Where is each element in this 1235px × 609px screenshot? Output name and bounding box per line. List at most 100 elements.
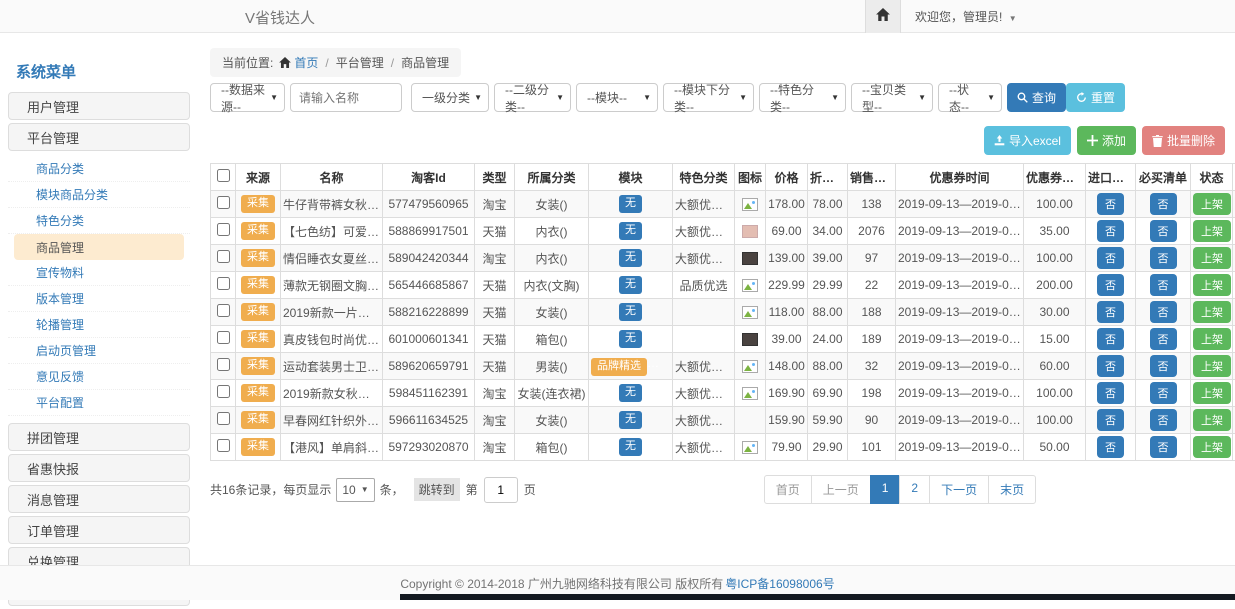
sidebar-group-1[interactable]: 用户管理	[8, 92, 190, 120]
sidebar-item[interactable]: 版本管理	[8, 286, 190, 312]
row-checkbox[interactable]	[217, 250, 230, 263]
sidebar-group-6[interactable]: 订单管理	[8, 516, 190, 544]
page-button-3[interactable]: 1	[870, 475, 901, 504]
filter-feature-select[interactable]: --特色分类--▼	[759, 83, 846, 112]
user-menu[interactable]: 欢迎您，管理员! ▼	[915, 8, 1017, 25]
must-buy-toggle[interactable]: 否	[1150, 409, 1177, 431]
sidebar-item[interactable]: 商品分类	[8, 156, 190, 182]
batch-delete-button[interactable]: 批量删除	[1142, 126, 1225, 155]
filter-level2-select[interactable]: --二级分类--▼	[494, 83, 571, 112]
bottom-dark-strip	[400, 594, 1235, 600]
row-checkbox[interactable]	[217, 385, 230, 398]
sidebar-item[interactable]: 模块商品分类	[8, 182, 190, 208]
product-type: 淘宝	[475, 434, 515, 461]
price: 69.00	[766, 218, 808, 245]
status-button[interactable]: 上架	[1193, 220, 1231, 242]
icp-link[interactable]: 粤ICP备16098006号	[725, 575, 834, 592]
status-button[interactable]: 上架	[1193, 355, 1231, 377]
column-header: 进口优选	[1086, 164, 1136, 191]
import-select-toggle[interactable]: 否	[1097, 193, 1124, 215]
breadcrumb-home-link[interactable]: 首页	[294, 54, 318, 71]
feature-category	[673, 326, 735, 353]
page-button-6[interactable]: 末页	[988, 475, 1036, 504]
sidebar-group-3[interactable]: 拼团管理	[8, 423, 190, 451]
price: 79.90	[766, 434, 808, 461]
jump-button[interactable]: 跳转到	[414, 478, 460, 501]
sidebar-group-5[interactable]: 消息管理	[8, 485, 190, 513]
sidebar-item[interactable]: 意见反馈	[8, 364, 190, 390]
sidebar-item-active[interactable]: 商品管理	[14, 234, 184, 260]
import-select-toggle[interactable]: 否	[1097, 247, 1124, 269]
status-button[interactable]: 上架	[1193, 274, 1231, 296]
row-checkbox[interactable]	[217, 304, 230, 317]
filter-module-select[interactable]: --模块--▼	[576, 83, 658, 112]
filter-level1-select[interactable]: 一级分类▼	[411, 83, 489, 112]
must-buy-toggle[interactable]: 否	[1150, 436, 1177, 458]
import-select-toggle[interactable]: 否	[1097, 220, 1124, 242]
import-select-toggle[interactable]: 否	[1097, 409, 1124, 431]
row-checkbox[interactable]	[217, 439, 230, 452]
filter-status-select[interactable]: --状态--▼	[938, 83, 1002, 112]
row-checkbox[interactable]	[217, 358, 230, 371]
select-all-checkbox[interactable]	[217, 169, 230, 182]
row-checkbox[interactable]	[217, 196, 230, 209]
status-button[interactable]: 上架	[1193, 247, 1231, 269]
filter-item-type-select[interactable]: --宝贝类型--▼	[851, 83, 933, 112]
sidebar-item[interactable]: 宣传物料	[8, 260, 190, 286]
column-header: 名称	[281, 164, 383, 191]
must-buy-toggle[interactable]: 否	[1150, 301, 1177, 323]
must-buy-toggle[interactable]: 否	[1150, 328, 1177, 350]
import-select-toggle[interactable]: 否	[1097, 328, 1124, 350]
must-buy-toggle[interactable]: 否	[1150, 247, 1177, 269]
coupon-time: 2019-09-13—2019-09-15	[896, 353, 1024, 380]
row-checkbox[interactable]	[217, 223, 230, 236]
filter-module-sub-select[interactable]: --模块下分类--▼	[663, 83, 754, 112]
price: 118.00	[766, 299, 808, 326]
page-button-2[interactable]: 上一页	[811, 475, 871, 504]
row-checkbox[interactable]	[217, 331, 230, 344]
must-buy-toggle[interactable]: 否	[1150, 274, 1177, 296]
page-button-1[interactable]: 首页	[764, 475, 812, 504]
source-badge: 采集	[241, 249, 275, 266]
sales-count: 32	[848, 353, 896, 380]
page-button-4[interactable]: 2	[899, 475, 930, 504]
import-select-toggle[interactable]: 否	[1097, 382, 1124, 404]
status-button[interactable]: 上架	[1193, 382, 1231, 404]
sidebar-item[interactable]: 轮播管理	[8, 312, 190, 338]
import-select-toggle[interactable]: 否	[1097, 355, 1124, 377]
add-button[interactable]: 添加	[1077, 126, 1136, 155]
home-button[interactable]	[865, 0, 901, 33]
feature-category: 大额优惠券	[673, 380, 735, 407]
row-checkbox[interactable]	[217, 412, 230, 425]
sidebar-group-4[interactable]: 省惠快报	[8, 454, 190, 482]
import-select-toggle[interactable]: 否	[1097, 274, 1124, 296]
must-buy-toggle[interactable]: 否	[1150, 220, 1177, 242]
page-button-5[interactable]: 下一页	[929, 475, 989, 504]
product-category: 箱包()	[515, 326, 589, 353]
status-button[interactable]: 上架	[1193, 436, 1231, 458]
status-button[interactable]: 上架	[1193, 328, 1231, 350]
sidebar-item[interactable]: 启动页管理	[8, 338, 190, 364]
filter-source-select[interactable]: --数据来源--▼	[210, 83, 285, 112]
import-excel-button[interactable]: 导入excel	[984, 126, 1071, 155]
jump-page-input[interactable]	[484, 477, 518, 503]
must-buy-toggle[interactable]: 否	[1150, 382, 1177, 404]
sidebar-item[interactable]: 平台配置	[8, 390, 190, 416]
status-button[interactable]: 上架	[1193, 193, 1231, 215]
per-page-select[interactable]: 10▼	[336, 478, 374, 502]
product-name: 2019新款一片式系...	[281, 299, 383, 326]
sidebar-group-2[interactable]: 平台管理	[8, 123, 190, 151]
status-button[interactable]: 上架	[1193, 301, 1231, 323]
must-buy-toggle[interactable]: 否	[1150, 193, 1177, 215]
import-select-toggle[interactable]: 否	[1097, 301, 1124, 323]
search-button[interactable]: 查询	[1007, 83, 1066, 112]
status-button[interactable]: 上架	[1193, 409, 1231, 431]
sidebar-item[interactable]: 特色分类	[8, 208, 190, 234]
product-type: 淘宝	[475, 380, 515, 407]
row-checkbox[interactable]	[217, 277, 230, 290]
import-select-toggle[interactable]: 否	[1097, 436, 1124, 458]
reset-button[interactable]: 重置	[1066, 83, 1125, 112]
name-search-input[interactable]	[290, 83, 402, 112]
top-header: V省钱达人 欢迎您，管理员! ▼	[0, 0, 1235, 33]
must-buy-toggle[interactable]: 否	[1150, 355, 1177, 377]
